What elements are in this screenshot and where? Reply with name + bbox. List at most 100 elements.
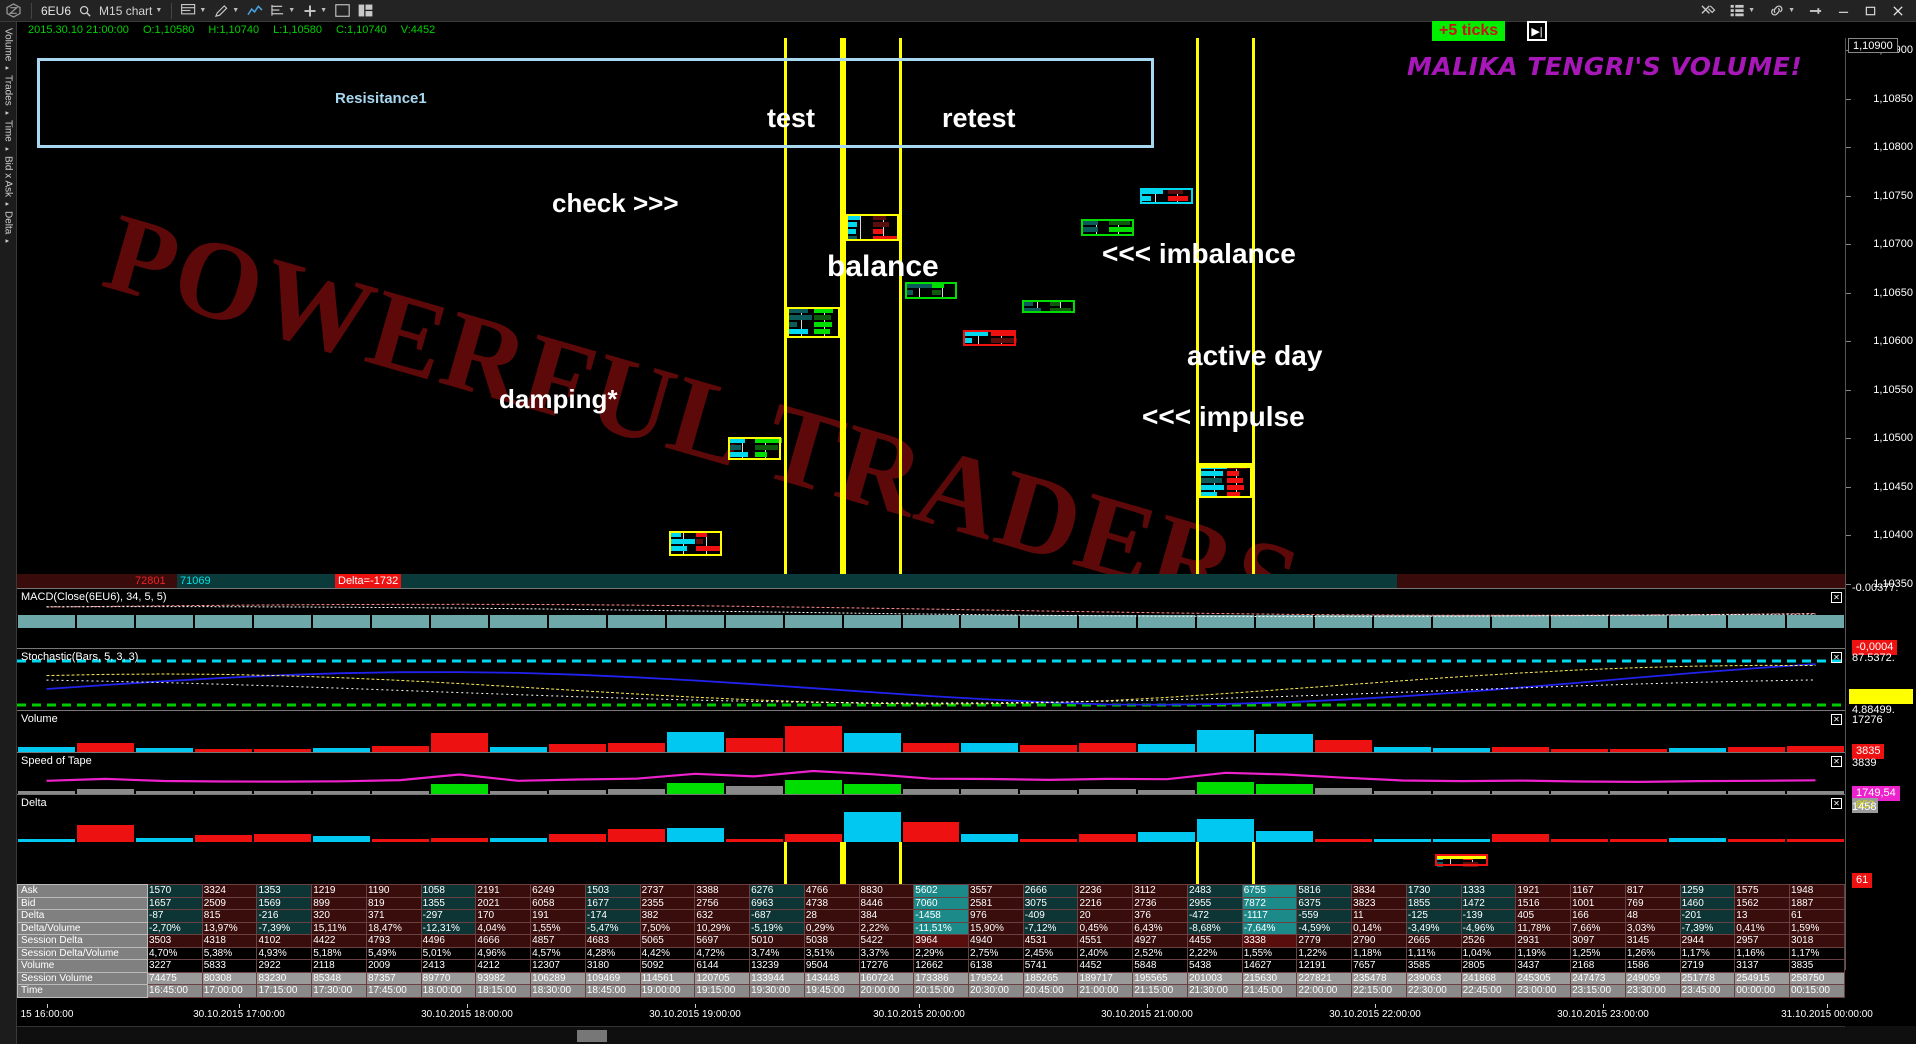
levels-icon[interactable]: ▼ — [267, 0, 299, 22]
table-cell: 4,57% — [530, 946, 586, 960]
annotation-check[interactable]: check >>> — [552, 188, 679, 219]
annotation-impulse[interactable]: <<< impulse — [1142, 401, 1305, 433]
table-cell: 2665 — [1405, 934, 1462, 948]
chevron-down-icon: ▼ — [155, 7, 163, 14]
symbol-label[interactable]: 6EU6 — [37, 0, 75, 22]
sidebar-item-time[interactable]: Time ▼ — [3, 120, 14, 152]
delta-value-badge: 61 — [1852, 873, 1873, 888]
table-cell: 11,78% — [1515, 921, 1572, 935]
hex-logo-icon — [0, 0, 26, 22]
close-icon[interactable]: ✕ — [1831, 714, 1842, 725]
panel-stochastic[interactable]: Stochastic(Bars, 5, 3, 3) ✕ — [17, 648, 1845, 710]
search-icon[interactable] — [75, 0, 95, 22]
footprint-cluster[interactable] — [963, 330, 1017, 346]
footprint-cluster[interactable] — [1081, 218, 1135, 237]
footprint-data-table[interactable]: Ask 1570 3324 1353 1219 1190 1058 2191 6249 1503 2… — [17, 884, 1845, 998]
delta-bar — [1197, 819, 1255, 842]
delta-bar — [194, 835, 252, 842]
table-cell: -11,51% — [913, 921, 970, 935]
window-icon[interactable] — [331, 0, 354, 22]
table-cell: 20:45:00 — [1022, 984, 1079, 998]
panel-delta[interactable]: Delta ✕ — [17, 794, 1845, 842]
close-icon[interactable]: ✕ — [1831, 652, 1842, 663]
panel-volume[interactable]: Volume ✕ — [17, 710, 1845, 752]
footprint-cluster[interactable] — [845, 213, 899, 242]
annotation-imbalance[interactable]: <<< imbalance — [1102, 238, 1296, 270]
maximize-button[interactable] — [1857, 0, 1884, 22]
table-cell: 3018 — [1789, 934, 1845, 948]
pencil-icon[interactable]: ▼ — [210, 0, 243, 22]
indicator-icon[interactable] — [243, 0, 267, 22]
table-cell: 20:00:00 — [858, 984, 915, 998]
table-row: Ask 1570 3324 1353 1219 1190 1058 2191 6249 1503 2… — [17, 884, 1845, 898]
chevron-down-icon: ▼ — [5, 145, 11, 152]
annotation-balance[interactable]: balance — [827, 250, 939, 284]
scrollbar-thumb[interactable] — [577, 1030, 607, 1042]
chart-type-selector[interactable]: M15 chart ▼ — [95, 0, 166, 22]
sidebar-item-delta[interactable]: Delta ▼ — [3, 211, 14, 244]
table-cell: 1570 — [147, 884, 203, 898]
cluster-outline — [668, 531, 722, 556]
table-cell: 1219 — [311, 884, 367, 898]
stochastic-curves — [17, 659, 1845, 707]
minimize-button[interactable] — [1830, 0, 1857, 22]
footprint-cluster[interactable] — [1140, 188, 1194, 204]
panels-icon[interactable] — [354, 0, 377, 22]
table-cell: 2009 — [365, 959, 422, 973]
layout-icon[interactable]: ▼ — [177, 0, 210, 22]
table-cell: 00:00:00 — [1734, 984, 1791, 998]
table-cell: 2168 — [1570, 959, 1626, 973]
close-icon[interactable]: ✕ — [1831, 592, 1842, 603]
annotation-test[interactable]: test — [767, 103, 815, 134]
panel-speed-of-tape[interactable]: Speed of Tape ✕ — [17, 752, 1845, 794]
table-cell: 1855 — [1405, 896, 1462, 910]
table-cell: 3,03% — [1624, 921, 1681, 935]
list-icon[interactable]: ▼ — [1723, 0, 1762, 22]
volume-bar — [1138, 743, 1196, 752]
table-cell: 4212 — [475, 959, 532, 973]
sidebar-item-volume[interactable]: Volume ▼ — [3, 28, 14, 71]
close-icon[interactable]: ✕ — [1831, 798, 1842, 809]
table-cell: 976 — [968, 909, 1024, 923]
footprint-cluster[interactable] — [904, 282, 958, 300]
table-cell: 0,41% — [1734, 921, 1791, 935]
table-cell: 4,70% — [147, 946, 203, 960]
table-cell: 1677 — [584, 896, 641, 910]
table-cell: 19:15:00 — [694, 984, 751, 998]
table-cell: -409 — [1022, 909, 1079, 923]
footprint-cluster[interactable] — [1199, 462, 1253, 498]
footprint-cluster[interactable] — [727, 437, 782, 460]
footprint-cluster[interactable] — [1022, 299, 1076, 314]
footprint-cluster[interactable] — [786, 306, 840, 338]
table-cell: 17:00:00 — [201, 984, 258, 998]
step-forward-icon[interactable]: ▶| — [1527, 21, 1547, 41]
divider — [171, 2, 173, 19]
price-axis[interactable]: 1,10900 1,10850 1,10800 1,10750 1,10700 1,106… — [1845, 38, 1916, 970]
panel-macd[interactable]: MACD(Close(6EU6), 34, 5, 5) ✕ — [17, 588, 1845, 648]
horizontal-scrollbar[interactable] — [17, 1026, 1845, 1044]
sidebar-item-trades[interactable]: Trades ▼ — [3, 75, 14, 116]
link-icon[interactable]: ▼ — [1762, 0, 1802, 22]
delta-bar — [371, 838, 429, 842]
tools-icon[interactable] — [1693, 0, 1723, 22]
sidebar-item-bid-x-ask[interactable]: Bid x Ask ▼ — [3, 156, 14, 207]
table-cell: 2021 — [475, 896, 532, 910]
table-cell: 1,19% — [1515, 946, 1572, 960]
table-cell: 93982 — [475, 971, 532, 985]
add-icon[interactable]: ▼ — [299, 0, 331, 22]
cluster-outline — [727, 437, 781, 460]
close-icon[interactable]: ✕ — [1831, 756, 1842, 767]
pin-icon[interactable] — [1802, 0, 1830, 22]
table-cell: 3585 — [1405, 959, 1462, 973]
annotation-retest[interactable]: retest — [942, 103, 1016, 134]
delta-bar — [607, 829, 665, 842]
annotation-damping[interactable]: damping* — [499, 384, 617, 415]
table-cell: 3964 — [913, 934, 970, 948]
annotation-activeday[interactable]: active day — [1187, 340, 1322, 372]
table-row-label: Bid — [17, 896, 148, 910]
footprint-cluster[interactable] — [1435, 854, 1489, 868]
close-button[interactable] — [1884, 0, 1912, 22]
table-cell: 19:00:00 — [639, 984, 696, 998]
footprint-cluster[interactable] — [668, 531, 722, 556]
table-cell: -4,96% — [1460, 921, 1517, 935]
